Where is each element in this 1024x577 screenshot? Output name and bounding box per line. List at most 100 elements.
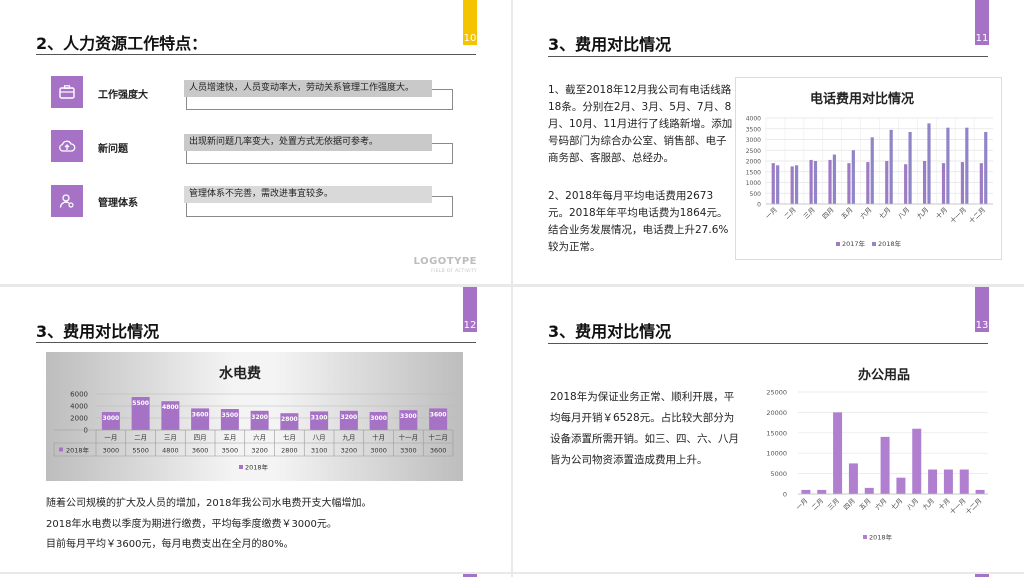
x-tick-label: 四月 — [842, 497, 857, 512]
bar-2017年-五月 — [847, 163, 851, 204]
table-series-name: 2018年 — [66, 446, 90, 455]
bar-2017年-八月 — [904, 164, 908, 204]
table-value: 3200 — [251, 447, 268, 455]
x-tick-label: 二月 — [783, 206, 798, 221]
y-tick-label: 2000 — [70, 415, 88, 423]
item-text-new-problem: 出现新问题几率变大，处置方式无依据可参考。 — [184, 134, 432, 151]
table-value: 3100 — [311, 447, 328, 455]
table-value: 4800 — [162, 447, 179, 455]
bar-十二月 — [975, 489, 985, 494]
y-tick-label: 0 — [757, 202, 761, 209]
x-tick-label: 七月 — [889, 496, 905, 512]
cloud-upload-icon — [51, 130, 83, 162]
y-tick-label: 3500 — [746, 126, 761, 133]
data-label: 3000 — [370, 415, 387, 422]
data-label: 4800 — [162, 404, 179, 411]
table-value: 3300 — [400, 447, 417, 455]
page-number: 13 — [975, 320, 989, 331]
legend-swatch — [863, 535, 867, 539]
title-divider — [36, 342, 476, 343]
item-text-management: 管理体系不完善，需改进事宜较多。 — [184, 186, 432, 203]
x-tick-label: 十一月 — [948, 496, 968, 516]
x-tick-label: 五月 — [858, 497, 873, 512]
bar-2017年-六月 — [866, 162, 870, 204]
y-tick-label: 20000 — [766, 409, 787, 417]
office-supplies-chart-svg: 0 5000 10000 15000 20000 25000 一月 二月 三月 四月 五月 六月 七月八… — [766, 389, 988, 542]
data-label: 3000 — [103, 415, 120, 422]
table-header: 六月 — [253, 433, 266, 442]
data-label: 3200 — [251, 414, 268, 421]
x-tick-label: 四月 — [821, 206, 836, 221]
x-tick-label: 七月 — [877, 205, 893, 221]
table-value: 3600 — [430, 447, 447, 455]
data-label: 3600 — [430, 411, 447, 418]
title-divider — [548, 343, 988, 344]
item-text-intensity: 人员增速快，人员变动率大，劳动关系管理工作强度大。 — [184, 80, 432, 97]
table-header: 九月 — [342, 433, 355, 442]
legend-swatch — [836, 242, 840, 246]
x-tick-label: 六月 — [858, 205, 874, 221]
title-divider — [36, 54, 476, 55]
table-header: 十二月 — [428, 433, 448, 442]
bar-2017年-十月 — [941, 163, 946, 204]
paragraph-phone-cost: 2、2018年每月平均电话费用2673元。2018年年平均电话费为1864元。结… — [548, 190, 729, 253]
table-value: 3600 — [192, 447, 209, 455]
y-tick-label: 4000 — [746, 116, 761, 123]
bar-十一月 — [959, 469, 969, 494]
legend-label: 2018年 — [878, 239, 902, 248]
bar-2017年-十二月 — [979, 163, 983, 204]
data-label: 2800 — [281, 416, 298, 423]
slide-title: 3、费用对比情况 — [548, 322, 672, 341]
bar-2018年-五月 — [851, 150, 855, 204]
page-number: 11 — [975, 33, 989, 44]
x-tick-label: 十月 — [934, 205, 950, 221]
table-header: 三月 — [164, 434, 177, 442]
bar-2018年-十一月 — [965, 127, 969, 204]
y-tick-label: 4000 — [70, 403, 88, 411]
table-value: 3000 — [370, 447, 387, 455]
utility-line-2: 2018年水电费以季度为期进行缴费，平均每季度缴费￥3000元。 — [46, 519, 337, 530]
bar-六月 — [880, 436, 890, 494]
x-tick-label: 二月 — [810, 497, 825, 512]
slide-title: 2、人力资源工作特点： — [36, 34, 208, 53]
x-tick-label: 一月 — [794, 497, 809, 512]
bar-2018年-四月 — [832, 154, 837, 204]
x-tick-label: 一月 — [764, 206, 779, 221]
legend-swatch — [872, 242, 876, 246]
phone-cost-chart: 电话费用对比情况 0 500 1000 1500 2000 2500 3000 3500 400… — [735, 77, 1002, 260]
office-supplies-chart: 办公用品 0 5000 10000 15000 20000 25000 一月 二月 三月 四月 五月… — [753, 355, 993, 550]
bar-2017年-十一月 — [960, 162, 965, 204]
slide-13[interactable]: 3、费用对比情况 13 2018年为保证业务正常、顺利开展，平均每月开销￥652… — [513, 287, 1024, 572]
item-label-intensity: 工作强度大 — [98, 90, 148, 101]
y-tick-label: 0 — [84, 427, 88, 435]
slide-11[interactable]: 3、费用对比情况 11 1、截至2018年12月我公司有电话线路18条。分别在2… — [513, 0, 1024, 284]
utility-cost-chart: 水电费 0 2000 4000 6000 3000 5500 4800 3600 3500 320… — [46, 352, 463, 481]
data-label: 3200 — [341, 414, 358, 421]
bar-2018年-一月 — [776, 165, 780, 204]
data-label: 3300 — [400, 413, 417, 420]
bar-2018年-八月 — [908, 131, 912, 204]
utility-cost-chart-svg: 0 2000 4000 6000 3000 5500 4800 3600 3500 3200 280… — [53, 391, 454, 472]
bar-2017年-三月 — [809, 159, 813, 204]
item-label-new-problem: 新问题 — [98, 144, 128, 155]
data-label: 3600 — [192, 411, 209, 418]
table-value: 2800 — [281, 447, 298, 455]
user-settings-icon — [51, 185, 83, 217]
bar-七月 — [896, 477, 906, 494]
slide-title: 3、费用对比情况 — [548, 35, 672, 54]
bar-九月 — [928, 469, 938, 494]
bar-2018年-九月 — [927, 123, 931, 204]
page-number: 10 — [463, 33, 477, 44]
slide-10[interactable]: 2、人力资源工作特点： 10 工作强度大 人员增速快，人员变动率大，劳动关系管理… — [0, 0, 511, 284]
table-header: 二月 — [134, 434, 147, 442]
slide-12[interactable]: 3、费用对比情况 12 水电费 0 2000 4000 6000 3000 5500 480… — [0, 287, 511, 572]
data-label: 5500 — [132, 400, 149, 407]
bar-2017年-一月 — [771, 163, 775, 204]
x-tick-label: 十二月 — [963, 496, 983, 516]
y-tick-label: 500 — [750, 191, 762, 198]
x-tick-label: 九月 — [920, 496, 936, 512]
y-tick-label: 10000 — [766, 450, 787, 458]
table-header: 十月 — [372, 433, 385, 442]
y-tick-label: 2000 — [746, 159, 761, 166]
x-tick-label: 九月 — [915, 205, 931, 221]
